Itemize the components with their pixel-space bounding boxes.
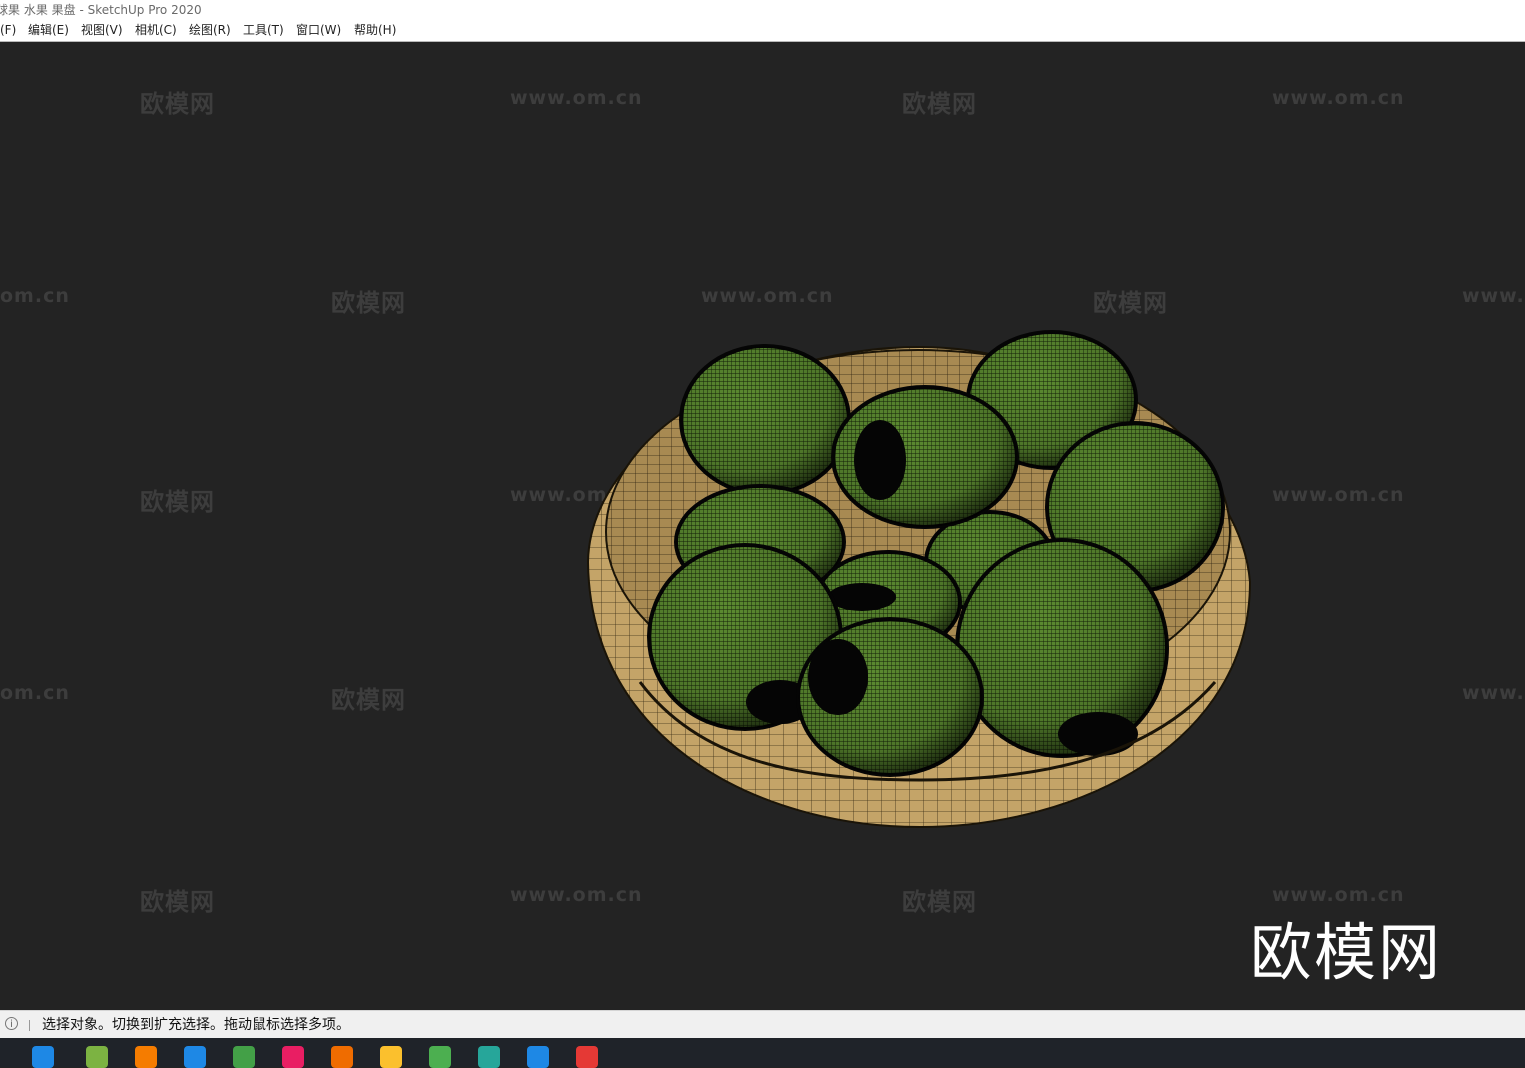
pdf-app-icon[interactable] <box>331 1046 353 1068</box>
menu-draw[interactable]: 绘图(R) <box>189 20 231 41</box>
sketchup-icon[interactable] <box>576 1046 598 1068</box>
apple <box>831 385 1019 529</box>
status-message: 选择对象。切换到扩充选择。拖动鼠标选择多项。 <box>42 1017 350 1033</box>
apple <box>955 538 1169 758</box>
apple <box>679 344 851 496</box>
info-icon[interactable]: i <box>5 1017 18 1030</box>
app-game-icon[interactable] <box>86 1046 108 1068</box>
menu-camera[interactable]: 相机(C) <box>135 20 177 41</box>
shield-app-icon[interactable] <box>184 1046 206 1068</box>
model-viewport[interactable]: 欧模网 www.om.cn 欧模网 www.om.cn om.cn 欧模网 ww… <box>0 42 1525 1010</box>
menu-window[interactable]: 窗口(W) <box>296 20 341 41</box>
apple <box>796 617 984 777</box>
window-title: 球果 水果 果盘 - SketchUp Pro 2020 <box>0 3 202 17</box>
window-titlebar: 球果 水果 果盘 - SketchUp Pro 2020 <box>0 0 1525 20</box>
menu-help[interactable]: 帮助(H) <box>354 20 396 41</box>
play-store-icon[interactable] <box>233 1046 255 1068</box>
menu-bar: (F) 编辑(E) 视图(V) 相机(C) 绘图(R) 工具(T) 窗口(W) … <box>0 20 1525 42</box>
status-divider <box>29 1020 30 1031</box>
media-player-icon[interactable] <box>135 1046 157 1068</box>
watermark-logo-large: 欧模网 <box>1250 916 1443 989</box>
menu-tools[interactable]: 工具(T) <box>243 20 284 41</box>
menu-file[interactable]: (F) <box>0 20 16 41</box>
file-explorer-icon[interactable] <box>380 1046 402 1068</box>
menu-view[interactable]: 视图(V) <box>81 20 123 41</box>
ie-icon[interactable] <box>32 1046 54 1068</box>
color-wheel-icon[interactable] <box>282 1046 304 1068</box>
edge-icon[interactable] <box>527 1046 549 1068</box>
fruit-bowl-model[interactable] <box>0 42 1525 1010</box>
status-bar: i 选择对象。切换到扩充选择。拖动鼠标选择多项。 <box>0 1010 1525 1039</box>
wechat-icon[interactable] <box>429 1046 451 1068</box>
3dsmax-icon[interactable] <box>478 1046 500 1068</box>
windows-taskbar <box>0 1038 1525 1068</box>
menu-edit[interactable]: 编辑(E) <box>28 20 69 41</box>
